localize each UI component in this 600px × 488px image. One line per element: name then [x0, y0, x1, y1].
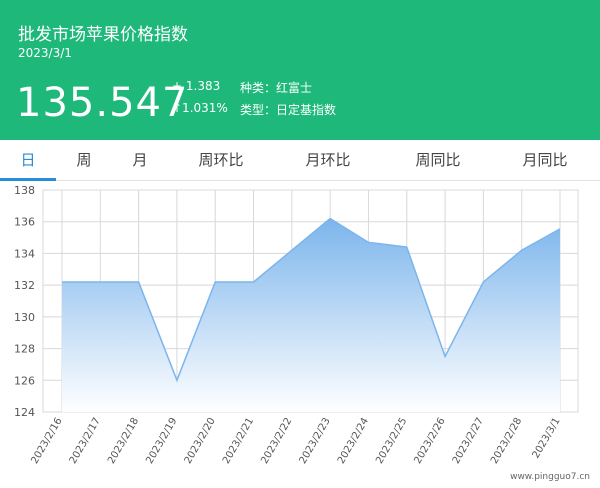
- x-tick-label: 2023/3/1: [531, 416, 563, 460]
- tab-week-on-week[interactable]: 周环比: [186, 140, 256, 178]
- y-tick-label: 138: [14, 184, 35, 197]
- tab-month-year-on-year[interactable]: 月同比: [510, 140, 580, 178]
- tab-month-on-month[interactable]: 月环比: [293, 140, 363, 178]
- page-title: 批发市场苹果价格指数: [18, 25, 188, 45]
- variety-label: 种类：红富士: [240, 81, 313, 95]
- y-axis: 124 126 128 130 132 134 136 138: [14, 184, 35, 419]
- change-percent: ↑1.031%: [172, 101, 228, 115]
- x-axis: 2023/2/16 2023/2/17 2023/2/18 2023/2/19 2023…: [29, 416, 562, 466]
- x-tick-label: 2023/2/28: [489, 416, 524, 466]
- x-tick-label: 2023/2/27: [451, 416, 486, 466]
- y-tick-label: 130: [14, 311, 35, 324]
- tab-month[interactable]: 月: [118, 140, 162, 178]
- y-tick-label: 132: [14, 279, 35, 292]
- change-absolute: + 1.383: [172, 79, 221, 93]
- y-tick-label: 128: [14, 343, 35, 356]
- index-type-label: 类型：日定基指数: [240, 103, 337, 117]
- site-watermark: www.pingguo7.cn: [510, 472, 590, 482]
- x-tick-label: 2023/2/18: [106, 416, 141, 466]
- current-date: 2023/3/1: [18, 46, 72, 60]
- x-tick-label: 2023/2/17: [68, 416, 103, 466]
- y-tick-label: 136: [14, 216, 35, 229]
- y-tick-label: 134: [14, 247, 35, 260]
- period-tabs: 日 周 月 周环比 月环比 周同比 月同比: [0, 140, 600, 181]
- x-tick-label: 2023/2/21: [221, 416, 256, 466]
- index-area-chart: 124126128130132134136138 2023/2/16 2023/2…: [14, 184, 579, 466]
- x-tick-label: 2023/2/23: [298, 416, 333, 466]
- x-tick-label: 2023/2/24: [336, 416, 371, 466]
- x-tick-label: 2023/2/19: [144, 416, 179, 466]
- header-panel: 批发市场苹果价格指数 2023/3/1 135.547 + 1.383 ↑1.0…: [0, 0, 600, 140]
- tab-week-year-on-year[interactable]: 周同比: [403, 140, 473, 178]
- tab-day[interactable]: 日: [0, 140, 56, 181]
- x-tick-label: 2023/2/26: [413, 416, 448, 466]
- area-fill: [62, 218, 560, 412]
- chart-area: [61, 217, 561, 412]
- y-tick-label: 126: [14, 374, 35, 387]
- x-tick-label: 2023/2/25: [374, 416, 409, 466]
- x-tick-label: 2023/2/16: [29, 416, 64, 466]
- x-tick-label: 2023/2/20: [183, 416, 218, 466]
- tab-week[interactable]: 周: [62, 140, 106, 178]
- y-tick-label: 124: [14, 406, 35, 419]
- x-tick-label: 2023/2/22: [259, 416, 294, 466]
- current-index-value: 135.547: [16, 80, 189, 126]
